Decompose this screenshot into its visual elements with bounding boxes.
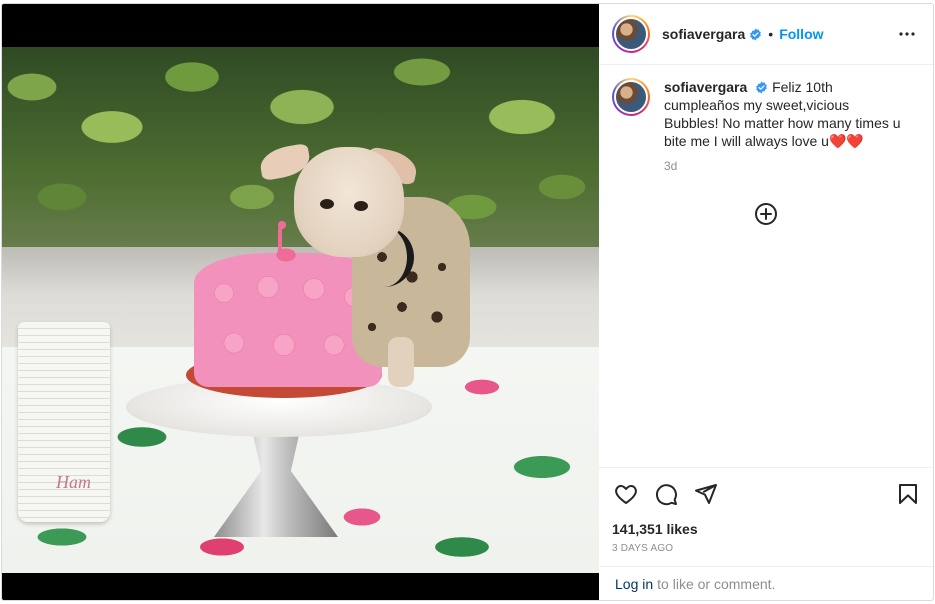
verified-badge-icon: [750, 28, 762, 40]
bookmark-icon[interactable]: [894, 480, 922, 508]
login-prompt-text: to like or comment.: [657, 575, 776, 592]
post-side-panel: sofiavergara • Follow sofiavergara Feliz…: [599, 4, 933, 600]
header-avatar[interactable]: [612, 15, 650, 53]
avatar-image: [614, 17, 648, 51]
instagram-post: Ham sofiavergara • Follow sofiavergara F…: [1, 3, 934, 601]
action-bar: [612, 468, 919, 520]
caption-body: sofiavergara Feliz 10th cumpleaños my sw…: [664, 78, 904, 175]
comments-section: sofiavergara Feliz 10th cumpleaños my sw…: [599, 65, 933, 467]
photo-flamingo-topper: [272, 219, 298, 263]
post-actions-area: 141,351 likes 3 DAYS AGO: [599, 467, 933, 566]
more-horizontal-icon[interactable]: [895, 22, 919, 46]
caption-time[interactable]: 3d: [664, 157, 904, 175]
photo-cup-stack: Ham: [18, 322, 110, 522]
avatar-image: [614, 80, 648, 114]
photo-dog-head: [294, 147, 404, 257]
caption-username[interactable]: sofiavergara: [664, 79, 747, 95]
login-link[interactable]: Log in: [615, 576, 653, 592]
likes-count[interactable]: 141,351 likes: [612, 521, 919, 537]
post-photo[interactable]: Ham: [2, 47, 599, 573]
caption-row: sofiavergara Feliz 10th cumpleaños my sw…: [612, 78, 919, 175]
header-username[interactable]: sofiavergara: [662, 26, 745, 42]
post-media[interactable]: Ham: [2, 4, 599, 600]
photo-dog-leg: [388, 337, 414, 387]
photo-dog-eye-right: [354, 201, 368, 211]
header-separator: •: [768, 26, 774, 42]
verified-badge-icon: [756, 81, 768, 94]
login-prompt: Log in to like or comment.: [599, 566, 933, 600]
comment-icon[interactable]: [652, 480, 680, 508]
follow-button[interactable]: Follow: [779, 26, 823, 42]
plus-circle-icon[interactable]: [754, 202, 778, 226]
caption-avatar[interactable]: [612, 78, 650, 116]
heart-icon[interactable]: [612, 480, 640, 508]
paper-plane-icon[interactable]: [692, 480, 720, 508]
post-date[interactable]: 3 DAYS AGO: [612, 543, 919, 554]
cup-text: Ham: [56, 472, 91, 492]
photo-dog-eye-left: [320, 199, 334, 209]
post-header: sofiavergara • Follow: [599, 4, 933, 65]
